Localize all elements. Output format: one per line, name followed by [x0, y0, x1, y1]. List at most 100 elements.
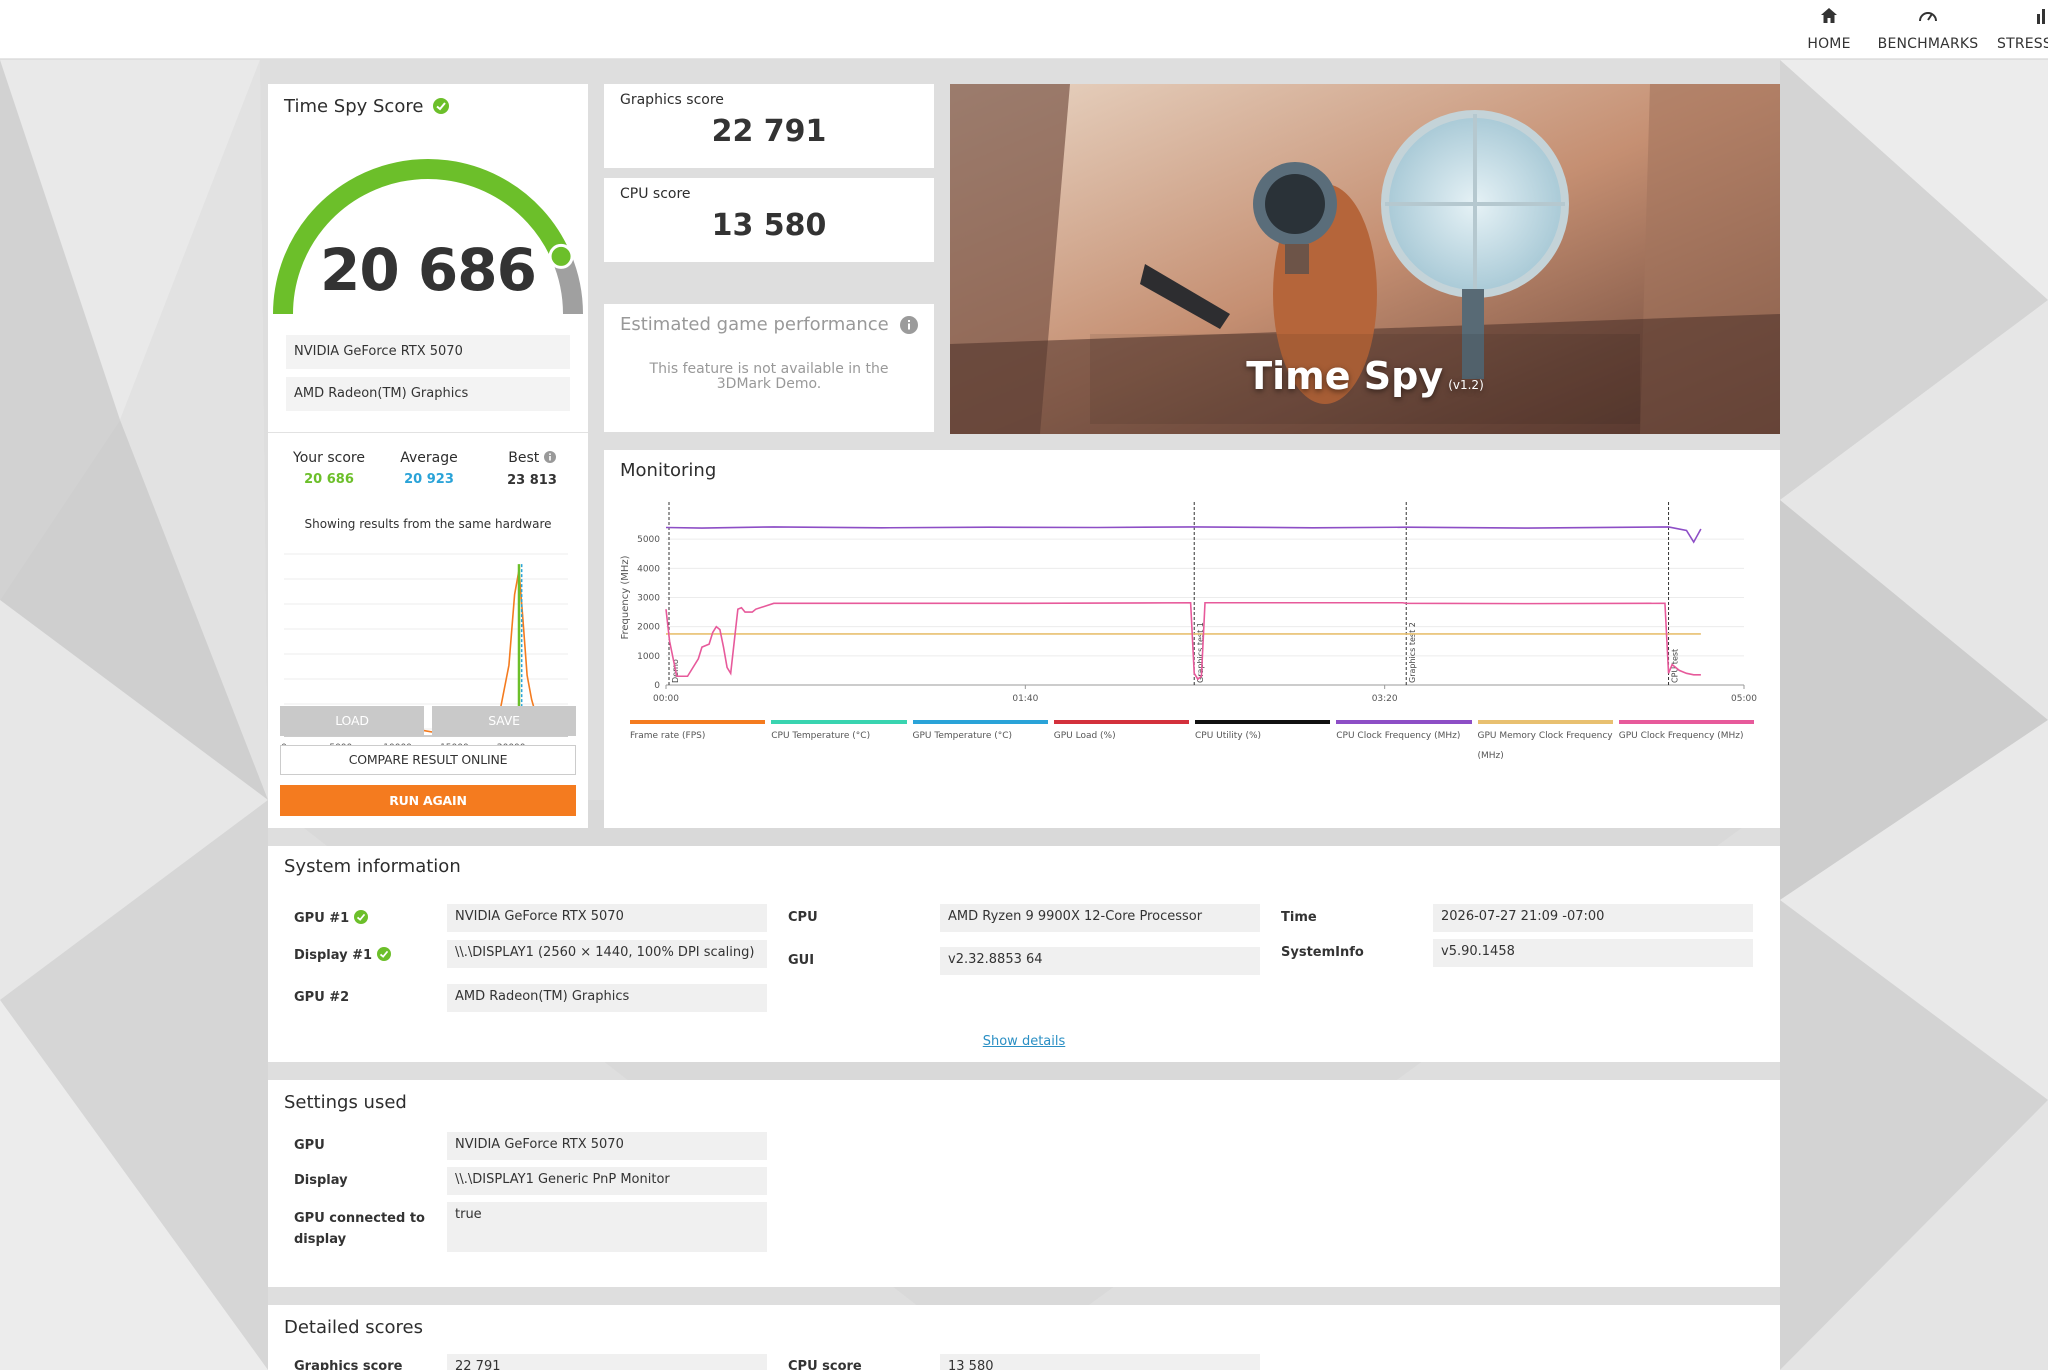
detailed-cpu-label: CPU score — [788, 1359, 862, 1370]
y-tick-label: 3000 — [637, 594, 660, 604]
stat-best: Best 23 813 — [484, 450, 580, 488]
legend-swatch — [1477, 720, 1613, 724]
legend-item[interactable]: CPU Utility (%) — [1195, 720, 1331, 746]
stat-value: 20 686 — [304, 472, 354, 487]
y-axis-label: Frequency (MHz) — [620, 555, 631, 639]
system-information-card: System information GPU #1 NVIDIA GeForce… — [268, 846, 1780, 1062]
check-icon — [433, 98, 450, 119]
detailed-graphics-value: 22 791 — [447, 1354, 767, 1370]
y-tick-label: 2000 — [637, 623, 660, 633]
banner-title: Time Spy (v1.2) — [950, 354, 1780, 398]
x-tick-label: 01:40 — [1012, 694, 1038, 704]
stat-label: Average — [400, 450, 458, 466]
gpu1-label-text: GPU #1 — [294, 911, 350, 926]
detailed-scores-title: Detailed scores — [284, 1317, 423, 1338]
display1-value: \\.\DISPLAY1 (2560 × 1440, 100% DPI scal… — [447, 940, 767, 968]
y-tick-label: 5000 — [637, 535, 660, 545]
detailed-cpu-value: 13 580 — [940, 1354, 1260, 1370]
legend-swatch — [1053, 720, 1189, 724]
legend-label: CPU Utility (%) — [1195, 731, 1262, 741]
detailed-scores-card: Detailed scores Graphics score 22 791 CP… — [268, 1305, 1780, 1370]
display1-label-text: Display #1 — [294, 948, 373, 963]
systeminfo-label: SystemInfo — [1281, 945, 1364, 960]
gpu1-label: GPU #1 — [294, 910, 368, 928]
time-value: 2026-07-27 21:09 -07:00 — [1433, 904, 1753, 932]
legend-label: GPU Load (%) — [1053, 731, 1116, 741]
settings-gpu-value: NVIDIA GeForce RTX 5070 — [447, 1132, 767, 1160]
cpu-score-value: 13 580 — [711, 208, 827, 243]
score-card-title: Time Spy Score — [284, 96, 424, 117]
bars-icon — [1997, 6, 2048, 30]
time-label: Time — [1281, 910, 1317, 925]
settings-gpu-connected-value: true — [447, 1202, 767, 1252]
x-tick-label: 03:20 — [1372, 694, 1398, 704]
nav-benchmarks-label: BENCHMARKS — [1877, 36, 1979, 52]
hardware-gpu: NVIDIA GeForce RTX 5070 — [286, 335, 570, 369]
top-navigation-bar: HOME BENCHMARKS STRESS — [0, 0, 2048, 59]
estimated-text: This feature is not available in the 3DM… — [649, 361, 889, 392]
stat-average: Average 20 923 — [384, 450, 474, 487]
score-card: Time Spy Score 20 686 NVIDIA GeForce RTX… — [268, 84, 588, 828]
legend-label: GPU Memory Clock Frequency (MHz) — [1477, 731, 1613, 761]
legend-item[interactable]: Frame rate (FPS) — [630, 720, 766, 746]
gui-value: v2.32.8853 64 — [940, 947, 1260, 975]
total-score: 20 686 — [320, 236, 537, 304]
legend-swatch — [771, 720, 907, 724]
systeminfo-value: v5.90.1458 — [1433, 939, 1753, 967]
distribution-note: Showing results from the same hardware — [304, 517, 552, 531]
test-marker-label: Graphics test 2 — [1408, 622, 1417, 683]
compare-result-online-button[interactable]: COMPARE RESULT ONLINE — [280, 745, 576, 775]
legend-swatch — [630, 720, 766, 724]
gpu2-label: GPU #2 — [294, 990, 350, 1005]
gui-label: GUI — [788, 953, 815, 968]
nav-home-label: HOME — [1807, 36, 1851, 52]
settings-display-value: \\.\DISPLAY1 Generic PnP Monitor — [447, 1167, 767, 1195]
series-line — [665, 601, 1701, 681]
monitoring-chart: 0 1000 2000 3000 4000 5000 00:00 01:40 03:20 05:0… — [620, 502, 1757, 704]
banner-title-text: Time Spy — [1246, 354, 1444, 398]
time-spy-banner: Time Spy (v1.2) — [950, 84, 1780, 434]
show-details-link[interactable]: Show details — [268, 1034, 1780, 1049]
info-icon[interactable] — [900, 316, 918, 338]
nav-benchmarks[interactable]: BENCHMARKS — [1873, 6, 1983, 52]
nav-stress[interactable]: STRESS — [1997, 6, 2048, 52]
check-icon — [353, 910, 368, 928]
display1-label: Display #1 — [294, 947, 391, 965]
nav-stress-label: STRESS — [1997, 36, 2048, 52]
y-tick-label: 0 — [654, 681, 660, 691]
stat-value: 23 813 — [507, 473, 557, 488]
load-button[interactable]: LOAD — [280, 706, 424, 736]
cpu-label: CPU — [788, 910, 818, 925]
check-icon — [376, 947, 391, 965]
gpu1-value: NVIDIA GeForce RTX 5070 — [447, 904, 767, 932]
stat-label: Best — [508, 450, 540, 466]
legend-item[interactable]: GPU Clock Frequency (MHz) — [1618, 720, 1754, 746]
home-icon — [1803, 6, 1855, 30]
legend-item[interactable]: GPU Memory Clock Frequency (MHz) — [1477, 720, 1613, 766]
monitoring-card: Monitoring 0 1000 2000 3000 4000 5000 00:00 01:… — [604, 450, 1780, 828]
settings-gpu-connected-label: GPU connected to display — [294, 1211, 425, 1247]
save-button[interactable]: SAVE — [432, 706, 576, 736]
speedometer-icon — [1873, 6, 1983, 30]
info-icon[interactable] — [543, 451, 556, 467]
legend-item[interactable]: GPU Temperature (°C) — [912, 720, 1048, 746]
legend-item[interactable]: GPU Load (%) — [1053, 720, 1189, 746]
legend-swatch — [1618, 720, 1754, 724]
stat-your-score: Your score 20 686 — [284, 450, 374, 487]
stat-label: Your score — [293, 450, 365, 466]
legend-label: Frame rate (FPS) — [630, 731, 706, 741]
monitoring-legend: Frame rate (FPS) CPU Temperature (°C) GPU … — [630, 720, 1760, 810]
gpu2-value: AMD Radeon(TM) Graphics — [447, 984, 767, 1012]
estimated-title: Estimated game performance — [620, 314, 889, 335]
legend-swatch — [912, 720, 1048, 724]
run-again-button[interactable]: RUN AGAIN — [280, 785, 576, 816]
legend-item[interactable]: CPU Clock Frequency (MHz) — [1336, 720, 1472, 746]
nav-home[interactable]: HOME — [1803, 6, 1855, 52]
x-tick-label: 00:00 — [653, 694, 679, 704]
legend-item[interactable]: CPU Temperature (°C) — [771, 720, 907, 746]
y-tick-label: 4000 — [637, 564, 660, 574]
cpu-value: AMD Ryzen 9 9900X 12-Core Processor — [940, 904, 1260, 932]
legend-label: GPU Clock Frequency (MHz) — [1618, 731, 1744, 741]
legend-swatch — [1195, 720, 1331, 724]
system-information-title: System information — [284, 856, 461, 877]
